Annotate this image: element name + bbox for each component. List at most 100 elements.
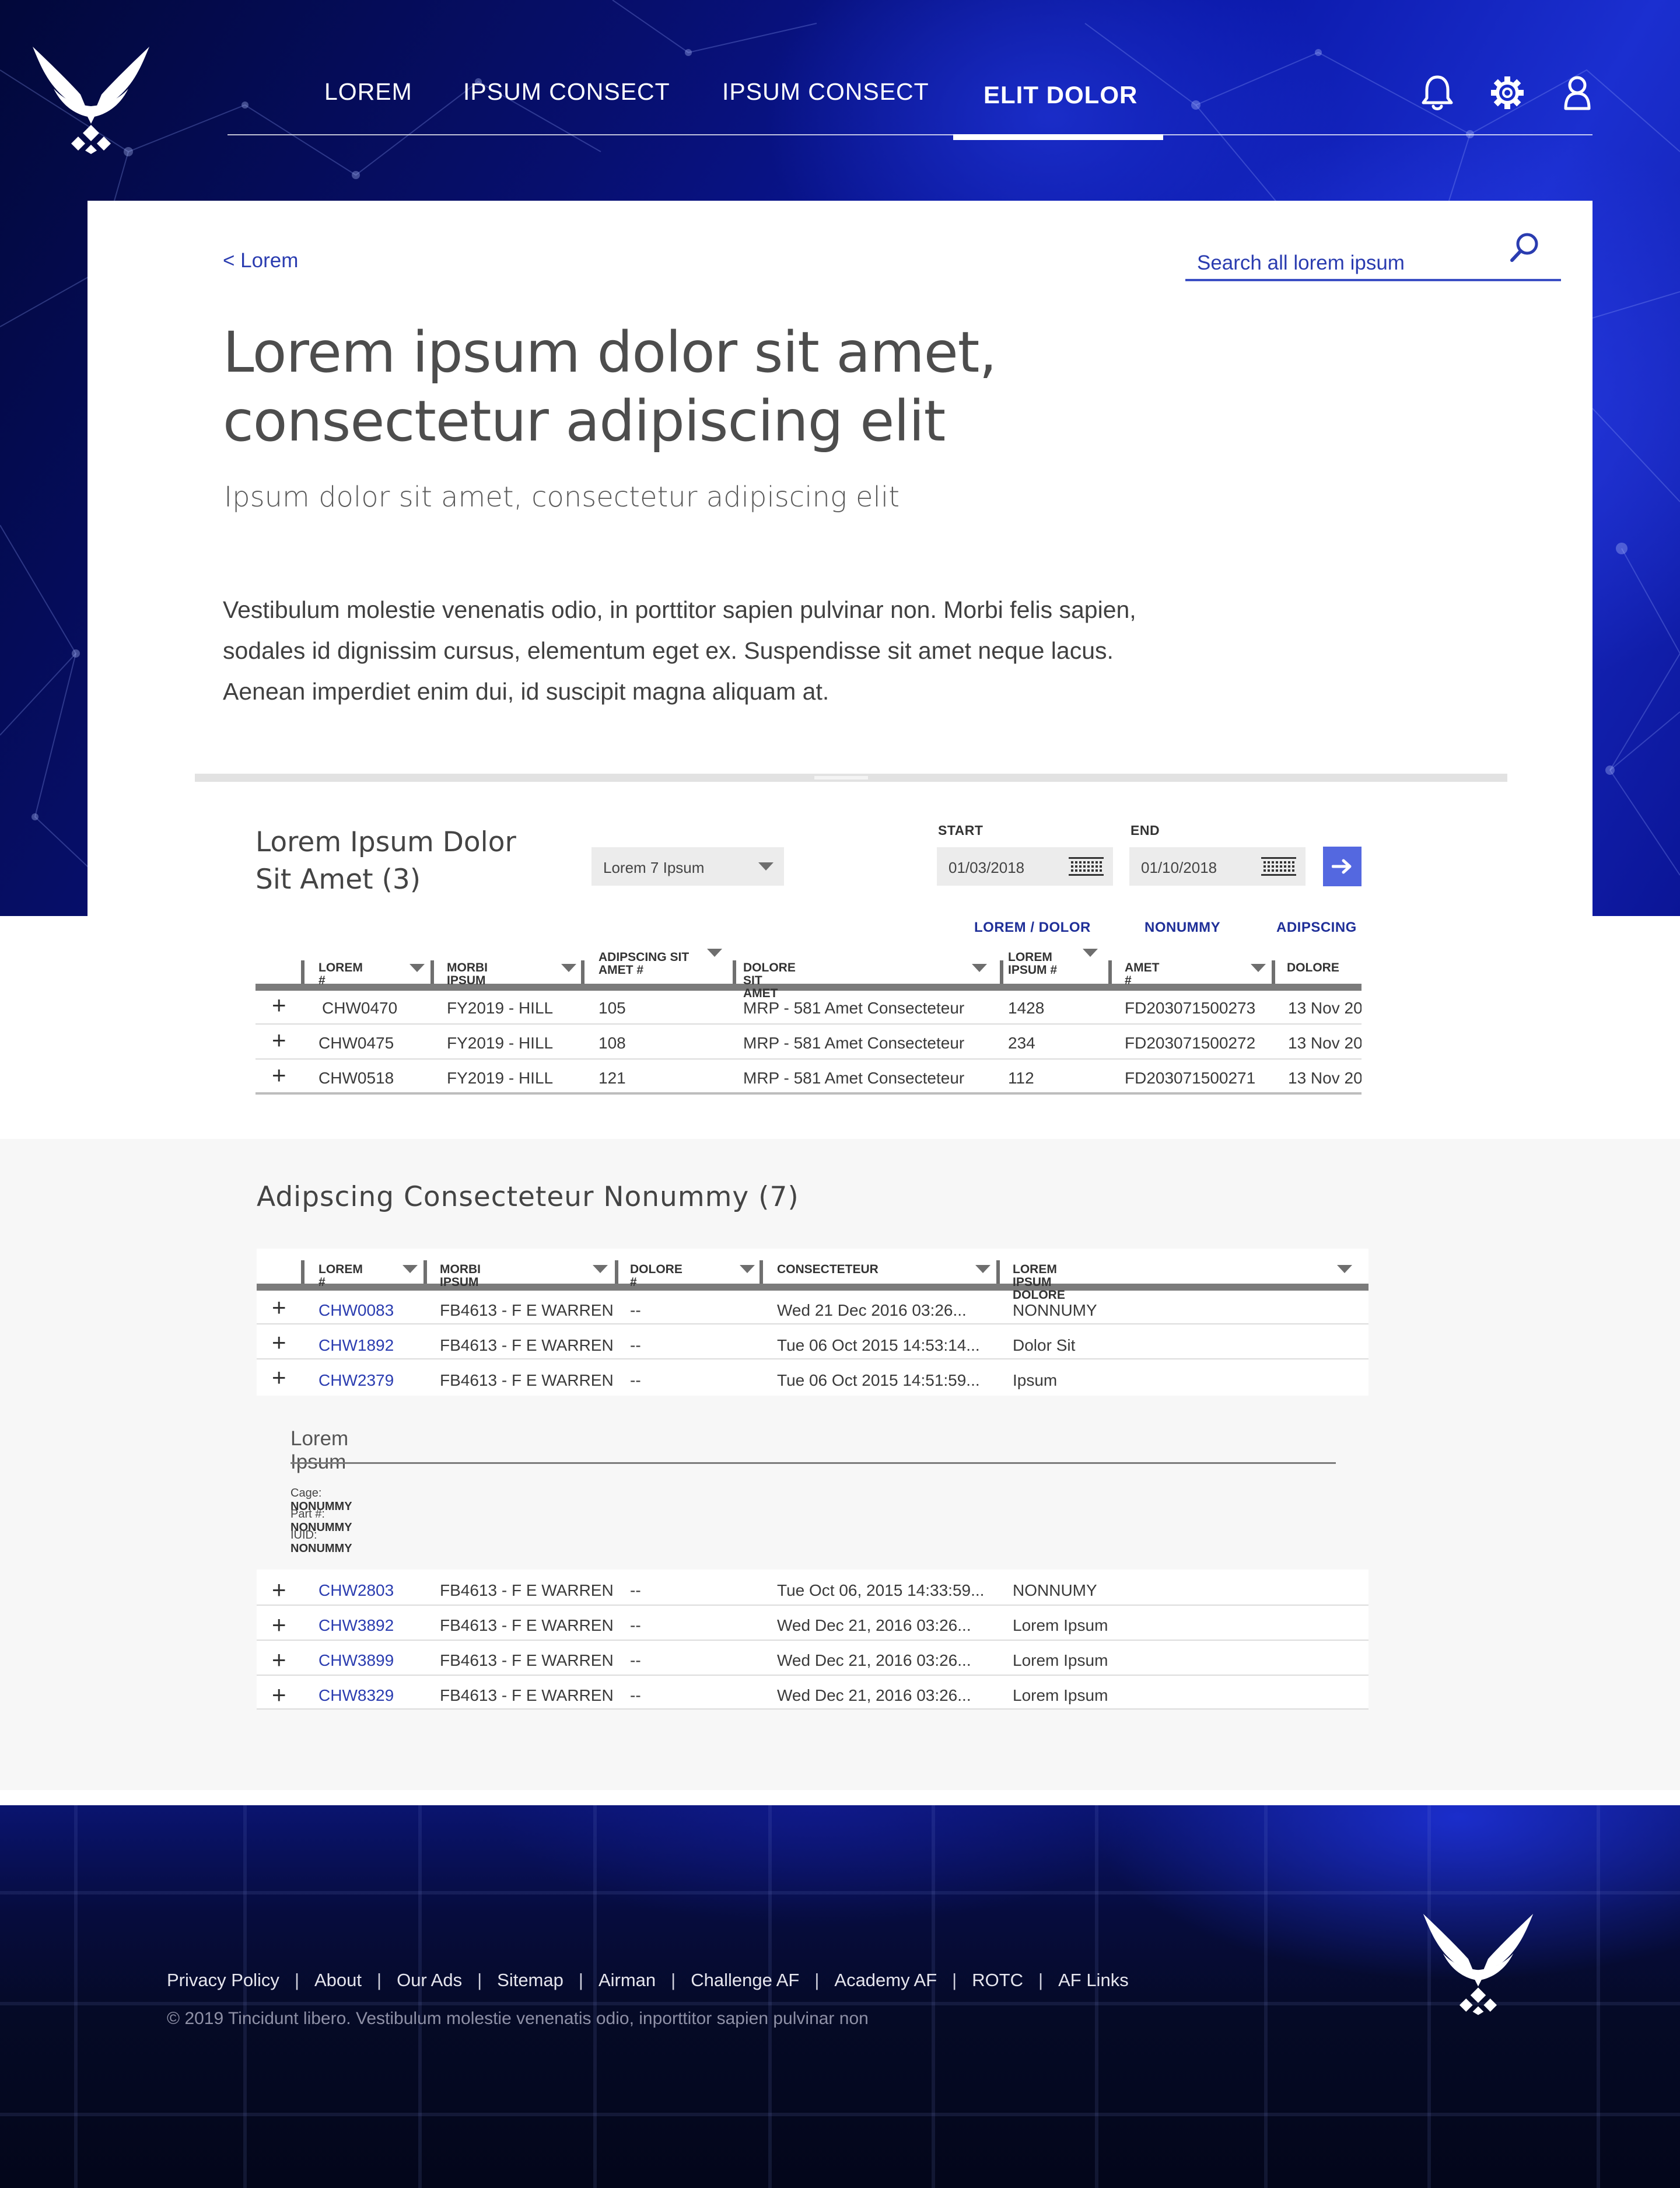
chevron-down-icon (758, 862, 774, 871)
column-separator (1108, 960, 1112, 985)
divider-handle[interactable] (814, 776, 868, 780)
col-header-dolore[interactable]: DOLORE (1287, 962, 1339, 974)
row-link[interactable]: CHW0083 (318, 1301, 394, 1320)
cell-lorem: CHW0470 (322, 999, 398, 1017)
expand-icon[interactable]: + (272, 1028, 286, 1053)
sort-icon[interactable] (593, 1265, 608, 1273)
filter-select[interactable]: Lorem 7 Ipsum (592, 847, 784, 886)
expand-icon[interactable]: + (272, 1683, 286, 1707)
table-header-bar (257, 1284, 1368, 1291)
footer-link-airman[interactable]: Airman (598, 1970, 656, 1990)
cell-dolore: 13 Nov 20 (1288, 1034, 1362, 1052)
calendar-icon[interactable] (1260, 856, 1297, 877)
col-header-amet[interactable]: AMET # (1125, 962, 1160, 987)
sort-icon[interactable] (402, 1265, 418, 1273)
separator: | (477, 1970, 482, 1990)
sort-icon[interactable] (972, 964, 987, 972)
footer-link-academy-af[interactable]: Academy AF (834, 1970, 937, 1990)
sort-icon[interactable] (975, 1265, 991, 1273)
footer-link-sitemap[interactable]: Sitemap (497, 1970, 564, 1990)
search-icon[interactable] (1508, 231, 1541, 264)
column-separator (581, 960, 584, 985)
row-link[interactable]: CHW1892 (318, 1336, 394, 1355)
col-header-lorem[interactable]: LOREM # (318, 1263, 363, 1289)
sort-icon[interactable] (1337, 1265, 1352, 1273)
column-separator (1272, 960, 1275, 985)
cell-morbi-ipsum: FY2019 - HILL (447, 1034, 554, 1052)
expand-icon[interactable]: + (272, 1613, 286, 1637)
expand-icon[interactable]: + (272, 1365, 286, 1390)
end-date-field[interactable]: 01/10/2018 (1129, 847, 1306, 886)
col-header-dolore-sit-amet[interactable]: DOLORE SIT AMET (743, 962, 796, 1000)
cell-dolore: -- (630, 1301, 641, 1319)
view-toggle-nonummy[interactable]: NONUMMY (1144, 920, 1220, 936)
air-force-logo (33, 47, 149, 154)
cell-lorem: CHW0475 (318, 1034, 394, 1052)
sort-icon[interactable] (1083, 949, 1098, 957)
end-date-label: END (1130, 823, 1160, 838)
cell-lorem-ipsum-dolore: Dolor Sit (1013, 1336, 1076, 1354)
col-header-lorem-ipsum-dolore[interactable]: LOREM IPSUM DOLORE (1013, 1263, 1065, 1302)
col-header-lorem-ipsum[interactable]: LOREM IPSUM # (1008, 951, 1078, 977)
footer-link-our-ads[interactable]: Our Ads (397, 1970, 462, 1990)
view-toggle-lorem-dolor[interactable]: LOREM / DOLOR (974, 920, 1091, 936)
detail-field-label: IUID: (290, 1529, 317, 1542)
expand-icon[interactable]: + (272, 1648, 286, 1672)
user-icon[interactable] (1560, 74, 1595, 112)
expand-icon[interactable]: + (272, 1295, 286, 1320)
col-header-consecteteur[interactable]: CONSECTETEUR (777, 1263, 878, 1276)
expand-icon[interactable]: + (272, 1330, 286, 1355)
column-separator (733, 960, 736, 985)
cell-lorem-ipsum-dolore: Lorem Ipsum (1013, 1651, 1108, 1669)
footer-link-rotc[interactable]: ROTC (972, 1970, 1023, 1990)
nav-item-elit-dolor[interactable]: ELIT DOLOR (984, 81, 1138, 116)
row-link[interactable]: CHW2379 (318, 1371, 394, 1390)
row-link[interactable]: CHW2803 (318, 1581, 394, 1600)
col-header-adipscing-sit-amet[interactable]: ADIPSCING SIT AMET # (598, 951, 709, 977)
footer-link-privacy[interactable]: Privacy Policy (167, 1970, 279, 1990)
detail-field-label: Cage: (290, 1487, 322, 1500)
expand-icon[interactable]: + (272, 1578, 286, 1602)
expand-icon[interactable]: + (272, 1063, 286, 1088)
row-link[interactable]: CHW3892 (318, 1616, 394, 1635)
detail-field-iuid: IUID: NONUMMY (290, 1529, 352, 1556)
col-header-morbi-ipsum[interactable]: MORBI IPSUM (447, 962, 488, 987)
sort-icon[interactable] (410, 964, 425, 972)
sort-icon[interactable] (561, 964, 576, 972)
back-link[interactable]: < Lorem (223, 249, 298, 272)
calendar-icon[interactable] (1068, 856, 1105, 877)
cell-consecteteur: Wed Dec 21, 2016 03:26... (777, 1616, 971, 1634)
view-toggle-adipscing[interactable]: ADIPSCING (1276, 920, 1357, 936)
row-link[interactable]: CHW8329 (318, 1686, 394, 1705)
nav-item-lorem[interactable]: LOREM (324, 78, 412, 113)
footer-link-af-links[interactable]: AF Links (1058, 1970, 1129, 1990)
cell-lorem: CHW0518 (318, 1069, 394, 1087)
nav-item-ipsum-consect-1[interactable]: IPSUM CONSECT (463, 78, 670, 113)
expand-icon[interactable]: + (272, 993, 286, 1018)
intro-paragraph: Vestibulum molestie venenatis odio, in p… (223, 596, 1136, 705)
column-separator (424, 1260, 427, 1285)
search-input[interactable] (1197, 249, 1512, 278)
row-divider (257, 1675, 1368, 1676)
start-date-field[interactable]: 01/03/2018 (937, 847, 1113, 886)
sort-icon[interactable] (740, 1265, 755, 1273)
column-separator (760, 1260, 763, 1285)
col-header-lorem[interactable]: LOREM # (318, 962, 363, 987)
col-header-dolore[interactable]: DOLORE # (630, 1263, 682, 1289)
cell-morbi-ipsum: FB4613 - F E WARREN (440, 1301, 614, 1319)
footer-link-about[interactable]: About (314, 1970, 362, 1990)
content-card (88, 201, 1592, 916)
col-header-morbi-ipsum[interactable]: MORBI IPSUM (440, 1263, 481, 1289)
apply-date-button[interactable] (1323, 847, 1362, 886)
sort-icon[interactable] (1251, 964, 1266, 972)
cell-lorem-ipsum-dolore: Lorem Ipsum (1013, 1616, 1108, 1634)
nav-item-ipsum-consect-2[interactable]: IPSUM CONSECT (722, 78, 929, 113)
gear-icon[interactable] (1490, 74, 1525, 112)
cell-dolore: -- (630, 1651, 641, 1669)
bell-icon[interactable] (1420, 74, 1455, 112)
footer-link-challenge-af[interactable]: Challenge AF (691, 1970, 799, 1990)
sort-icon[interactable] (707, 949, 722, 957)
cell-amet: FD203071500271 (1125, 1069, 1256, 1087)
row-link[interactable]: CHW3899 (318, 1651, 394, 1670)
table-bottom-border (256, 1092, 1362, 1095)
